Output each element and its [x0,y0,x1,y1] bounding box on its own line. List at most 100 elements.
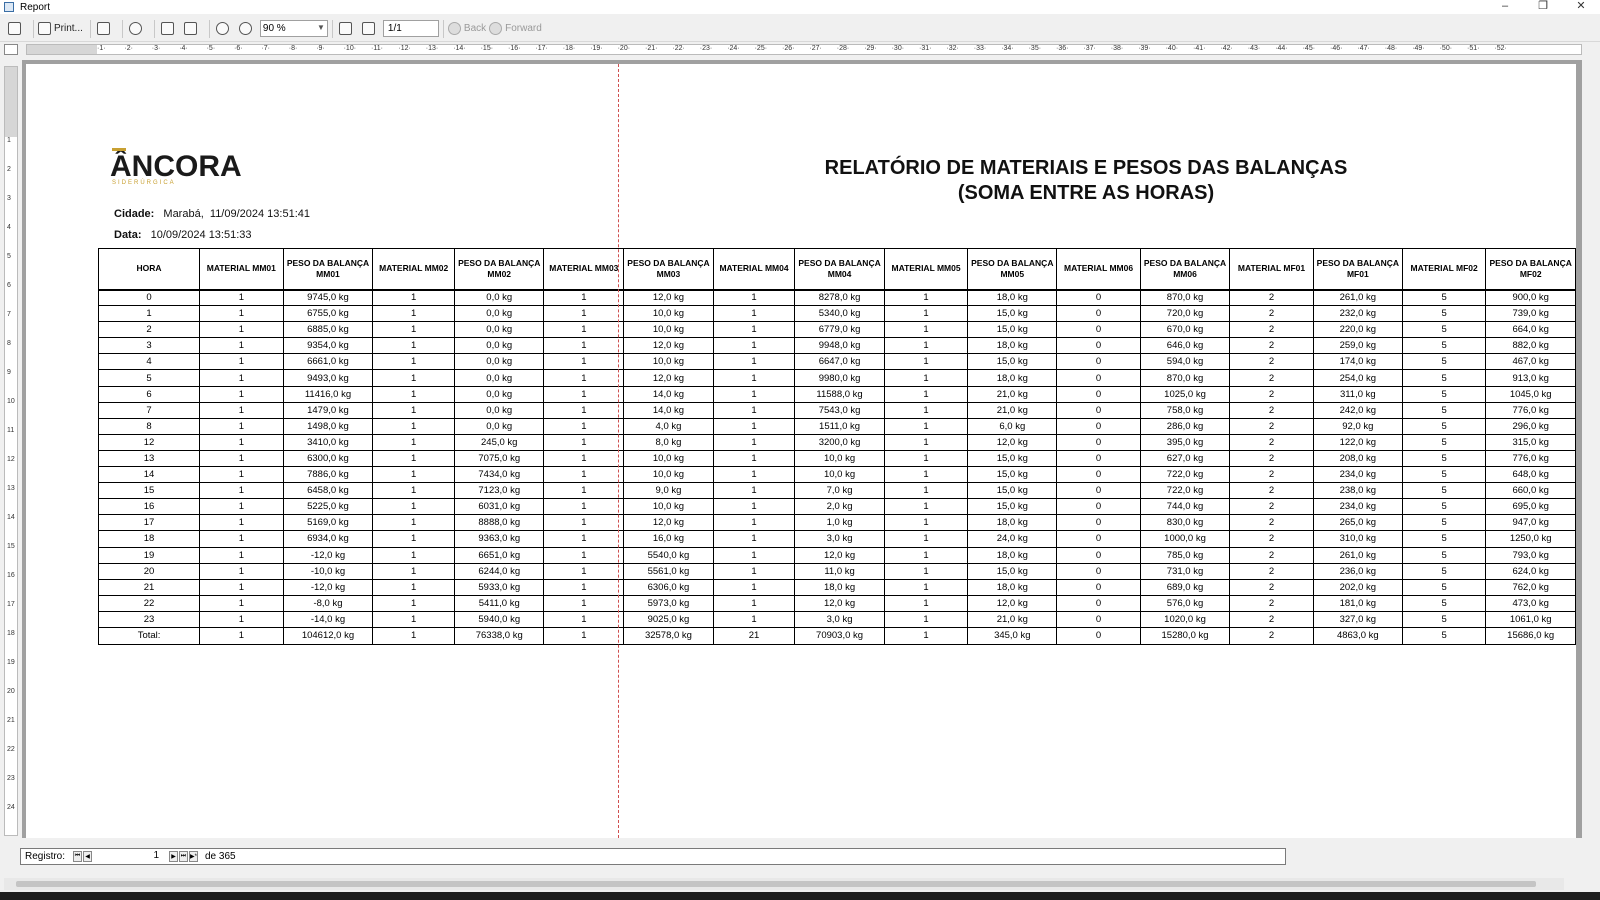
table-cell: 3,0 kg [794,530,885,548]
print-button[interactable]: Print... [38,19,83,39]
table-cell: 1 [199,482,284,500]
table-cell: 1 [712,417,796,435]
zoom-select[interactable]: 90 % ▼ [259,20,328,37]
table-cell: 1 [883,466,969,484]
page-number-input[interactable]: 1/1 [382,20,439,37]
table-cell: 202,0 kg [1312,578,1403,596]
table-cell: 0 [1056,401,1141,419]
next-record-button[interactable]: ▶ [169,851,178,862]
table-cell: 1 [372,288,455,307]
table-cell: 1 [543,337,625,355]
table-cell: 10,0 kg [794,466,885,484]
table-cell: 2 [1229,305,1314,323]
table-cell: 6885,0 kg [282,321,374,339]
table-cell: 21 [97,578,201,596]
back-label: Back [463,23,487,34]
table-cell: 15,0 kg [967,449,1058,468]
table-cell: 1 [372,610,455,628]
toggle-tree-button[interactable] [6,19,26,39]
new-record-button[interactable]: ▶* [189,851,198,862]
table-cell: 5 [1401,401,1487,419]
copy-button[interactable] [95,19,115,39]
table-cell: 670,0 kg [1139,321,1231,339]
table-cell: 5 [1401,385,1487,403]
previous-page-button[interactable] [337,19,357,39]
next-page-button[interactable] [360,19,380,39]
table-cell: 0 [1056,530,1141,548]
table-cell: 9493,0 kg [282,369,374,387]
table-cell: 882,0 kg [1485,337,1576,355]
first-record-button[interactable]: ⏮ [73,851,82,862]
maximize-button[interactable]: ❐ [1524,0,1562,14]
table-cell: 2 [1229,498,1314,516]
table-cell: 12,0 kg [967,433,1058,451]
table-cell: 10,0 kg [623,305,714,323]
back-arrow-icon [447,22,461,35]
table-row: 0 1 9745,0 kg 1 0,0 kg 1 12,0 kg 1 8278,0 kg 1 18,… [97,288,1576,307]
scrollbar-thumb[interactable] [16,881,1536,887]
table-cell: 1 [883,482,969,500]
table-cell: 14,0 kg [623,401,714,419]
table-cell: 1 [883,417,969,435]
record-number-input[interactable]: 1 [97,850,163,863]
last-record-button[interactable]: ⏭ [179,851,188,862]
table-cell: 722,0 kg [1139,466,1231,484]
table-cell: 1 [97,305,201,323]
tree-icon [8,22,21,35]
zoom-out-button[interactable] [214,19,234,39]
table-cell: 18,0 kg [967,337,1058,355]
cidade-datetime: 11/09/2024 13:51:41 [209,208,311,220]
table-cell: 1 [199,305,284,323]
table-cell: 9745,0 kg [282,288,374,307]
table-cell: 181,0 kg [1312,594,1403,612]
zoom-in-button[interactable] [237,19,257,39]
table-cell: 1 [543,482,625,500]
table-cell: 12,0 kg [623,514,714,532]
table-cell: 208,0 kg [1312,449,1403,468]
table-row: 17 1 5169,0 kg 1 8888,0 kg 1 12,0 kg 1 1,0 kg 1 18… [97,514,1576,532]
table-cell: 1 [712,530,796,548]
table-cell: 5 [1401,562,1487,580]
table-cell: 265,0 kg [1312,514,1403,532]
table-cell: 1 [199,594,284,612]
table-cell: 6306,0 kg [623,578,714,596]
table-cell: 624,0 kg [1485,562,1576,580]
table-cell: 4 [97,353,201,371]
report-viewport[interactable]: ÂNCORA SIDERÚRGICA RELATÓRIO DE MATERIAI… [22,60,1582,838]
minimize-button[interactable]: – [1486,0,1524,14]
table-cell: 1 [372,466,455,484]
prev-record-button[interactable]: ◀ [83,851,92,862]
report-page: ÂNCORA SIDERÚRGICA RELATÓRIO DE MATERIAI… [26,64,1576,838]
vertical-ruler: 1 2 3 4 5 6 7 8 9 10 11 12 13 14 15 16 17 18 19 20 21 22 23 24 [4,66,18,836]
single-page-button[interactable] [159,19,179,39]
multi-page-button[interactable] [182,19,202,39]
table-cell: 0 [1056,288,1141,307]
table-cell: 7434,0 kg [453,466,545,484]
table-row: 12 1 3410,0 kg 1 245,0 kg 1 8,0 kg 1 3200,0 kg 1 1… [97,433,1576,451]
find-button[interactable] [127,19,147,39]
table-cell: 15,0 kg [967,466,1058,484]
forward-button[interactable]: Forward [489,19,542,39]
record-count: de 365 [205,851,236,862]
cidade-value: Marabá, [163,208,204,220]
table-cell: 5 [1401,417,1487,435]
table-cell: 627,0 kg [1139,449,1231,468]
table-cell: 0 [1056,578,1141,596]
table-cell: 1479,0 kg [282,401,374,419]
table-cell: 5540,0 kg [623,546,714,564]
table-cell: 1 [883,546,969,564]
table-cell: 0 [1056,449,1141,468]
close-button[interactable]: ✕ [1562,0,1600,14]
table-cell: 1 [712,466,796,484]
table-cell: 15,0 kg [967,305,1058,323]
table-cell: 1 [199,562,284,580]
table-cell: 6031,0 kg [453,498,545,516]
zoom-in-icon [238,22,252,35]
table-cell: 7123,0 kg [453,482,545,500]
table-cell: 0 [1056,433,1141,451]
total-cell: 70903,0 kg [794,626,885,645]
back-button[interactable]: Back [447,19,487,39]
horizontal-scrollbar[interactable] [4,878,1564,890]
table-cell: 1 [543,353,625,371]
cidade-label: Cidade: [114,208,155,220]
